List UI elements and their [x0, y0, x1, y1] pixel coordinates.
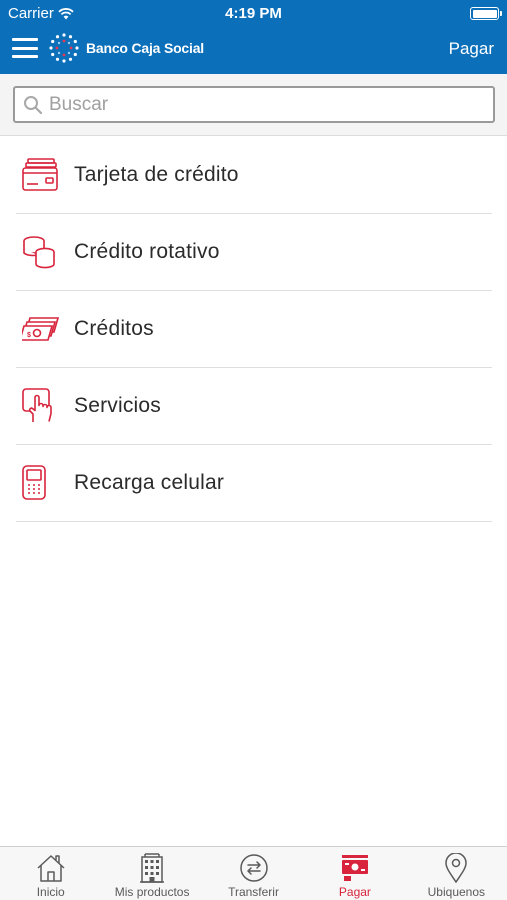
payment-options-list: Tarjeta de crédito Crédito rotativo $ Cr… — [16, 137, 492, 522]
tab-ubiquenos[interactable]: Ubiquenos — [406, 847, 507, 900]
touch-screen-icon — [22, 388, 52, 422]
tab-inicio[interactable]: Inicio — [0, 847, 101, 900]
home-icon — [37, 855, 65, 882]
brand-name: Banco Caja Social — [86, 40, 204, 56]
hamburger-menu-button[interactable] — [12, 38, 38, 58]
tab-label: Inicio — [36, 885, 65, 899]
list-item-credito-rotativo[interactable]: Crédito rotativo — [16, 214, 492, 291]
search-icon — [24, 95, 43, 114]
list-item-label: Servicios — [74, 394, 161, 417]
transfer-arrows-icon — [239, 854, 268, 882]
status-time: 4:19 PM — [225, 5, 282, 22]
mobile-phone-icon — [22, 465, 46, 500]
search-bar — [0, 74, 507, 136]
tab-label: Pagar — [338, 885, 371, 899]
logo-mark-icon — [49, 33, 79, 63]
coins-stack-icon — [23, 236, 55, 269]
list-item-creditos[interactable]: $ Créditos — [16, 291, 492, 368]
building-icon — [140, 853, 165, 883]
tab-pagar[interactable]: Pagar — [304, 847, 405, 900]
credit-card-icon — [22, 158, 58, 191]
tab-mis-productos[interactable]: Mis productos — [101, 847, 202, 900]
nav-bar: Banco Caja Social Pagar — [0, 28, 507, 74]
bottom-tab-bar: Inicio Mis productos Transferir Pagar Ub… — [0, 846, 507, 900]
list-item-label: Tarjeta de crédito — [74, 163, 239, 186]
list-item-tarjeta-credito[interactable]: Tarjeta de crédito — [16, 137, 492, 214]
list-item-label: Recarga celular — [74, 471, 225, 494]
list-item-label: Crédito rotativo — [74, 240, 220, 263]
tab-label: Transferir — [228, 885, 279, 899]
app-header: Carrier 4:19 PM Banco Caja Social Pagar — [0, 0, 507, 74]
bank-logo: Banco Caja Social — [48, 32, 204, 64]
list-item-servicios[interactable]: Servicios — [16, 368, 492, 445]
location-pin-icon — [445, 853, 468, 883]
search-input[interactable] — [49, 93, 469, 116]
payment-icon — [341, 855, 368, 881]
battery-icon — [470, 7, 502, 20]
money-bills-icon: $ — [22, 317, 60, 341]
tab-label: Mis productos — [114, 885, 190, 899]
svg-text:$: $ — [27, 332, 31, 339]
search-box[interactable] — [13, 86, 495, 123]
tab-transferir[interactable]: Transferir — [203, 847, 304, 900]
header-action-pagar[interactable]: Pagar — [449, 39, 494, 59]
status-bar: Carrier 4:19 PM — [0, 0, 507, 28]
list-item-recarga-celular[interactable]: Recarga celular — [16, 445, 492, 522]
tab-label: Ubiquenos — [427, 885, 486, 899]
list-item-label: Créditos — [74, 317, 154, 340]
